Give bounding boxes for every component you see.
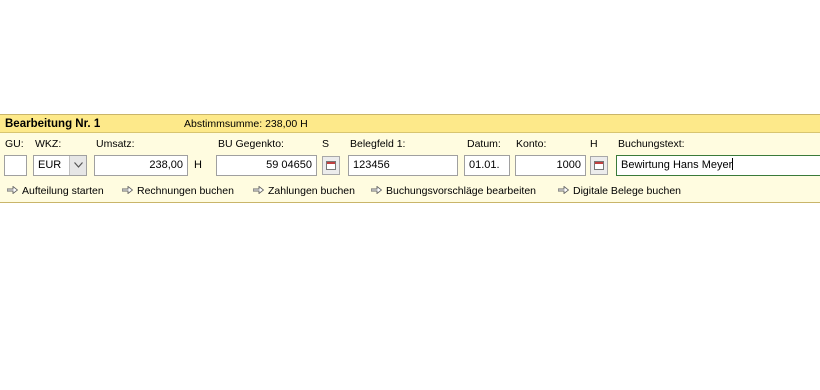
action-label: Zahlungen buchen — [268, 185, 355, 197]
wkz-label: WKZ: — [35, 138, 62, 150]
buchungstext-label: Buchungstext: — [618, 138, 685, 150]
konto-field[interactable]: 1000 — [515, 155, 586, 176]
digitale-belege-link[interactable]: Digitale Belege buchen — [557, 185, 681, 197]
text-cursor — [732, 158, 734, 170]
action-label: Buchungsvorschläge bearbeiten — [386, 185, 537, 197]
umsatz-label: Umsatz: — [96, 138, 135, 150]
arrow-right-icon — [370, 185, 383, 197]
datum-field[interactable]: 01.01. — [464, 155, 510, 176]
konto-label: Konto: — [516, 138, 547, 150]
arrow-right-icon — [6, 185, 19, 197]
wkz-select[interactable]: EUR — [33, 155, 87, 176]
umsatz-sh-indicator: H — [194, 159, 202, 171]
h-label: H — [590, 138, 598, 150]
booking-panel: Bearbeitung Nr. 1 Abstimmsumme: 238,00 H… — [0, 114, 820, 203]
panel-titlebar: Bearbeitung Nr. 1 Abstimmsumme: 238,00 H — [0, 115, 820, 133]
aufteilung-starten-link[interactable]: Aufteilung starten — [6, 185, 104, 197]
buchungsvorschlaege-link[interactable]: Buchungsvorschläge bearbeiten — [370, 185, 537, 197]
s-label: S — [322, 138, 330, 150]
bu-gegenkto-field[interactable]: 59 04650 — [216, 155, 317, 176]
abstimmsumme: Abstimmsumme: 238,00 H — [184, 118, 308, 130]
bu-gegenkto-label: BU Gegenkto: — [218, 138, 284, 150]
chevron-down-icon[interactable] — [69, 156, 86, 175]
arrow-right-icon — [121, 185, 134, 197]
wkz-value: EUR — [38, 159, 62, 171]
belegfeld1-label: Belegfeld 1: — [350, 138, 406, 150]
gegenkto-lookup-button[interactable] — [322, 156, 340, 175]
calendar-icon — [594, 161, 604, 170]
arrow-right-icon — [252, 185, 265, 197]
action-label: Aufteilung starten — [22, 185, 104, 197]
action-label: Rechnungen buchen — [137, 185, 234, 197]
gu-label: GU: — [5, 138, 24, 150]
zahlungen-buchen-link[interactable]: Zahlungen buchen — [252, 185, 355, 197]
rechnungen-buchen-link[interactable]: Rechnungen buchen — [121, 185, 234, 197]
arrow-right-icon — [557, 185, 570, 197]
konto-lookup-button[interactable] — [590, 156, 608, 175]
buchungstext-value: Bewirtung Hans Meyer — [621, 159, 733, 171]
gu-field[interactable] — [4, 155, 27, 176]
belegfeld1-field[interactable]: 123456 — [348, 155, 458, 176]
calendar-icon — [326, 161, 336, 170]
action-label: Digitale Belege buchen — [573, 185, 681, 197]
panel-title: Bearbeitung Nr. 1 — [5, 118, 101, 130]
datum-label: Datum: — [467, 138, 501, 150]
umsatz-field[interactable]: 238,00 — [94, 155, 188, 176]
buchungstext-field[interactable]: Bewirtung Hans Meyer — [616, 155, 820, 176]
